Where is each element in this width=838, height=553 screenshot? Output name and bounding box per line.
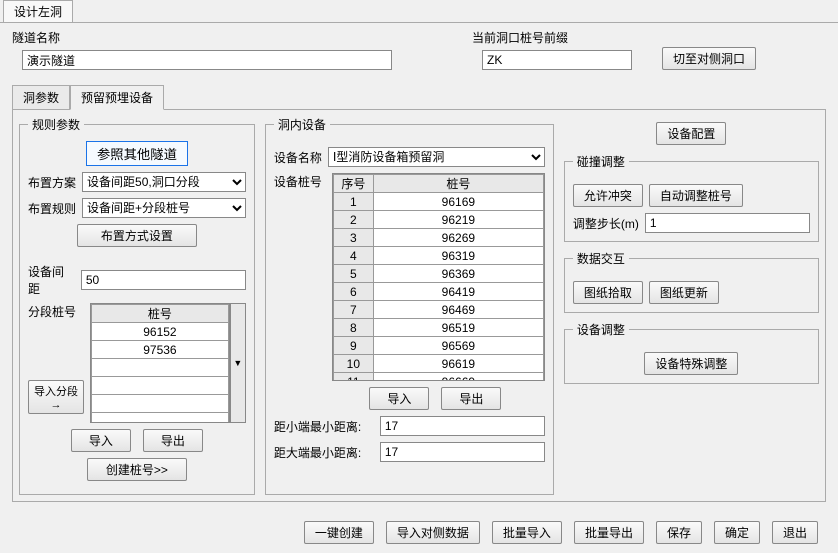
dev-row-stake[interactable]: 96569 bbox=[373, 337, 543, 355]
dev-row-stake[interactable]: 96619 bbox=[373, 355, 543, 373]
exit-button[interactable]: 退出 bbox=[772, 521, 818, 544]
collision-group: 碰撞调整 允许冲突 自动调整桩号 调整步长(m) bbox=[564, 153, 819, 242]
dev-row-stake[interactable]: 96269 bbox=[373, 229, 543, 247]
data-exchange-legend: 数据交互 bbox=[573, 250, 629, 267]
dev-row-seq[interactable]: 4 bbox=[333, 247, 373, 265]
device-import-button[interactable]: 导入 bbox=[369, 387, 429, 410]
window-title-tab: 设计左洞 bbox=[3, 0, 73, 22]
right-panel: 设备配置 碰撞调整 允许冲突 自动调整桩号 调整步长(m) 数据交互 bbox=[564, 116, 819, 495]
spacing-input[interactable] bbox=[81, 270, 246, 290]
step-label: 调整步长(m) bbox=[573, 215, 639, 232]
rule-params-legend: 规则参数 bbox=[28, 116, 84, 133]
collision-legend: 碰撞调整 bbox=[573, 153, 629, 170]
dev-row-stake[interactable]: 96319 bbox=[373, 247, 543, 265]
batch-export-button[interactable]: 批量导出 bbox=[574, 521, 644, 544]
tab-body: 规则参数 参照其他隧道 布置方案 设备间距50,洞口分段 布置规则 设备间距+分… bbox=[12, 109, 826, 502]
layout-mode-button[interactable]: 布置方式设置 bbox=[77, 224, 197, 247]
dev-row-stake[interactable]: 96169 bbox=[373, 193, 543, 211]
spacing-label: 设备间距 bbox=[28, 263, 75, 297]
rule-params-group: 规则参数 参照其他隧道 布置方案 设备间距50,洞口分段 布置规则 设备间距+分… bbox=[19, 116, 255, 495]
tunnel-name-input[interactable] bbox=[22, 50, 392, 70]
device-table[interactable]: 序号 桩号 1961692962193962694963195963696964… bbox=[333, 174, 544, 381]
dev-row-stake[interactable]: 96519 bbox=[373, 319, 543, 337]
dev-row-stake[interactable]: 96369 bbox=[373, 265, 543, 283]
seg-row[interactable] bbox=[92, 395, 229, 413]
seg-row[interactable] bbox=[92, 377, 229, 395]
dev-row-seq[interactable]: 10 bbox=[333, 355, 373, 373]
main-window: 隧道名称 当前洞口桩号前缀 切至对侧洞口 洞参数预留预埋设备 规则参数 参照其他… bbox=[0, 22, 838, 552]
prefix-input[interactable] bbox=[482, 50, 632, 70]
rule-select[interactable]: 设备间距+分段桩号 bbox=[82, 198, 246, 218]
device-export-button[interactable]: 导出 bbox=[441, 387, 501, 410]
device-in-hole-legend: 洞内设备 bbox=[274, 116, 330, 133]
min-big-label: 距大端最小距离: bbox=[274, 444, 374, 461]
seg-scroll-down-icon[interactable]: ▼ bbox=[230, 303, 246, 423]
tab-hole-params[interactable]: 洞参数 bbox=[12, 85, 70, 110]
allow-conflict-button[interactable]: 允许冲突 bbox=[573, 184, 643, 207]
save-button[interactable]: 保存 bbox=[656, 521, 702, 544]
min-small-input[interactable] bbox=[380, 416, 545, 436]
plan-select[interactable]: 设备间距50,洞口分段 bbox=[82, 172, 246, 192]
drawing-pick-button[interactable]: 图纸拾取 bbox=[573, 281, 643, 304]
dev-row-seq[interactable]: 9 bbox=[333, 337, 373, 355]
device-config-button[interactable]: 设备配置 bbox=[656, 122, 726, 145]
dev-row-seq[interactable]: 5 bbox=[333, 265, 373, 283]
one-key-create-button[interactable]: 一键创建 bbox=[304, 521, 374, 544]
device-special-adjust-button[interactable]: 设备特殊调整 bbox=[644, 352, 738, 375]
seg-row[interactable]: 96152 bbox=[92, 323, 229, 341]
import-segment-button[interactable]: 导入分段→ bbox=[28, 380, 84, 414]
dev-row-seq[interactable]: 3 bbox=[333, 229, 373, 247]
auto-adjust-button[interactable]: 自动调整桩号 bbox=[649, 184, 743, 207]
device-in-hole-group: 洞内设备 设备名称 Ⅰ型消防设备箱预留洞 设备桩号 序号 桩号 bbox=[265, 116, 554, 495]
dev-row-stake[interactable]: 96219 bbox=[373, 211, 543, 229]
dev-col-stake: 桩号 bbox=[373, 175, 543, 193]
rule-label: 布置规则 bbox=[28, 200, 76, 217]
dev-row-stake[interactable]: 96469 bbox=[373, 301, 543, 319]
seg-import-button[interactable]: 导入 bbox=[71, 429, 131, 452]
seg-row[interactable] bbox=[92, 359, 229, 377]
dev-row-seq[interactable]: 8 bbox=[333, 319, 373, 337]
device-adjust-legend: 设备调整 bbox=[573, 321, 629, 338]
import-opposite-button[interactable]: 导入对侧数据 bbox=[386, 521, 480, 544]
device-name-label: 设备名称 bbox=[274, 149, 322, 166]
dev-col-seq: 序号 bbox=[333, 175, 373, 193]
create-stake-button[interactable]: 创建桩号>> bbox=[87, 458, 187, 481]
ref-other-tunnel-button[interactable]: 参照其他隧道 bbox=[86, 141, 188, 166]
dev-row-stake[interactable]: 96669 bbox=[373, 373, 543, 382]
dev-row-seq[interactable]: 6 bbox=[333, 283, 373, 301]
seg-col-header: 桩号 bbox=[92, 305, 229, 323]
prefix-label: 当前洞口桩号前缀 bbox=[472, 29, 632, 46]
min-big-input[interactable] bbox=[380, 442, 545, 462]
dev-row-stake[interactable]: 96419 bbox=[373, 283, 543, 301]
bottom-bar: 一键创建 导入对侧数据 批量导入 批量导出 保存 确定 退出 bbox=[0, 521, 838, 544]
ok-button[interactable]: 确定 bbox=[714, 521, 760, 544]
min-small-label: 距小端最小距离: bbox=[274, 418, 374, 435]
device-adjust-group: 设备调整 设备特殊调整 bbox=[564, 321, 819, 384]
seg-row[interactable]: 97536 bbox=[92, 341, 229, 359]
seg-stake-label: 分段桩号 bbox=[28, 303, 84, 320]
device-stake-label: 设备桩号 bbox=[274, 173, 326, 190]
dev-row-seq[interactable]: 7 bbox=[333, 301, 373, 319]
segment-table[interactable]: 桩号 96152 97536 bbox=[91, 304, 229, 423]
drawing-update-button[interactable]: 图纸更新 bbox=[649, 281, 719, 304]
data-exchange-group: 数据交互 图纸拾取 图纸更新 bbox=[564, 250, 819, 313]
dev-row-seq[interactable]: 2 bbox=[333, 211, 373, 229]
device-name-select[interactable]: Ⅰ型消防设备箱预留洞 bbox=[328, 147, 545, 167]
seg-row[interactable] bbox=[92, 413, 229, 424]
step-input[interactable] bbox=[645, 213, 810, 233]
tab-reserved-device[interactable]: 预留预埋设备 bbox=[70, 85, 164, 110]
dev-row-seq[interactable]: 1 bbox=[333, 193, 373, 211]
tunnel-name-label: 隧道名称 bbox=[12, 29, 392, 46]
plan-label: 布置方案 bbox=[28, 174, 76, 191]
dev-row-seq[interactable]: 11 bbox=[333, 373, 373, 382]
seg-export-button[interactable]: 导出 bbox=[143, 429, 203, 452]
batch-import-button[interactable]: 批量导入 bbox=[492, 521, 562, 544]
switch-side-button[interactable]: 切至对侧洞口 bbox=[662, 47, 756, 70]
